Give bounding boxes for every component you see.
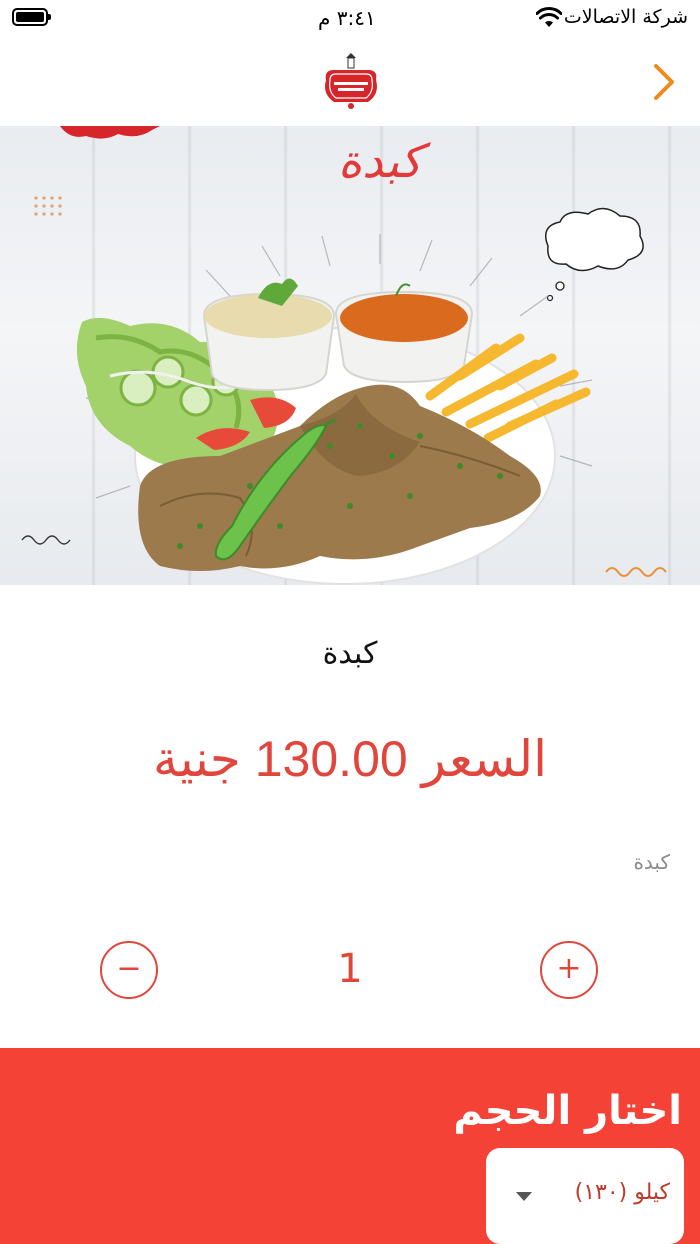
product-name: كبدة	[322, 636, 378, 671]
size-selected-value: كيلو (١٣٠)	[574, 1180, 670, 1205]
quantity-value: 1	[337, 946, 363, 992]
product-image: كبدة	[0, 126, 700, 585]
carrier-name: شركة الاتصالات	[563, 6, 688, 28]
increase-quantity-button[interactable]: +	[540, 941, 598, 999]
nav-bar	[0, 40, 700, 127]
hero-caption: كبدة	[337, 134, 423, 188]
status-time: ٣:٤١ م	[318, 6, 376, 30]
chevron-right-icon[interactable]	[648, 60, 680, 104]
size-title: اختار الحجم	[453, 1088, 682, 1134]
restaurant-logo-icon	[325, 53, 377, 109]
dropdown-arrow-icon	[516, 1192, 532, 1201]
size-select[interactable]: كيلو (١٣٠)	[486, 1148, 684, 1244]
status-bar: ٣:٤١ م شركة الاتصالات	[0, 0, 700, 40]
product-description: كبدة	[633, 850, 670, 874]
battery-icon	[12, 8, 51, 26]
decrease-quantity-button[interactable]: −	[100, 941, 158, 999]
size-section: اختار الحجم كيلو (١٣٠)	[0, 1048, 700, 1244]
product-price: السعر 130.00 جنية	[152, 731, 548, 787]
wifi-icon	[536, 7, 562, 27]
liver-meal-illustration	[21, 126, 667, 585]
